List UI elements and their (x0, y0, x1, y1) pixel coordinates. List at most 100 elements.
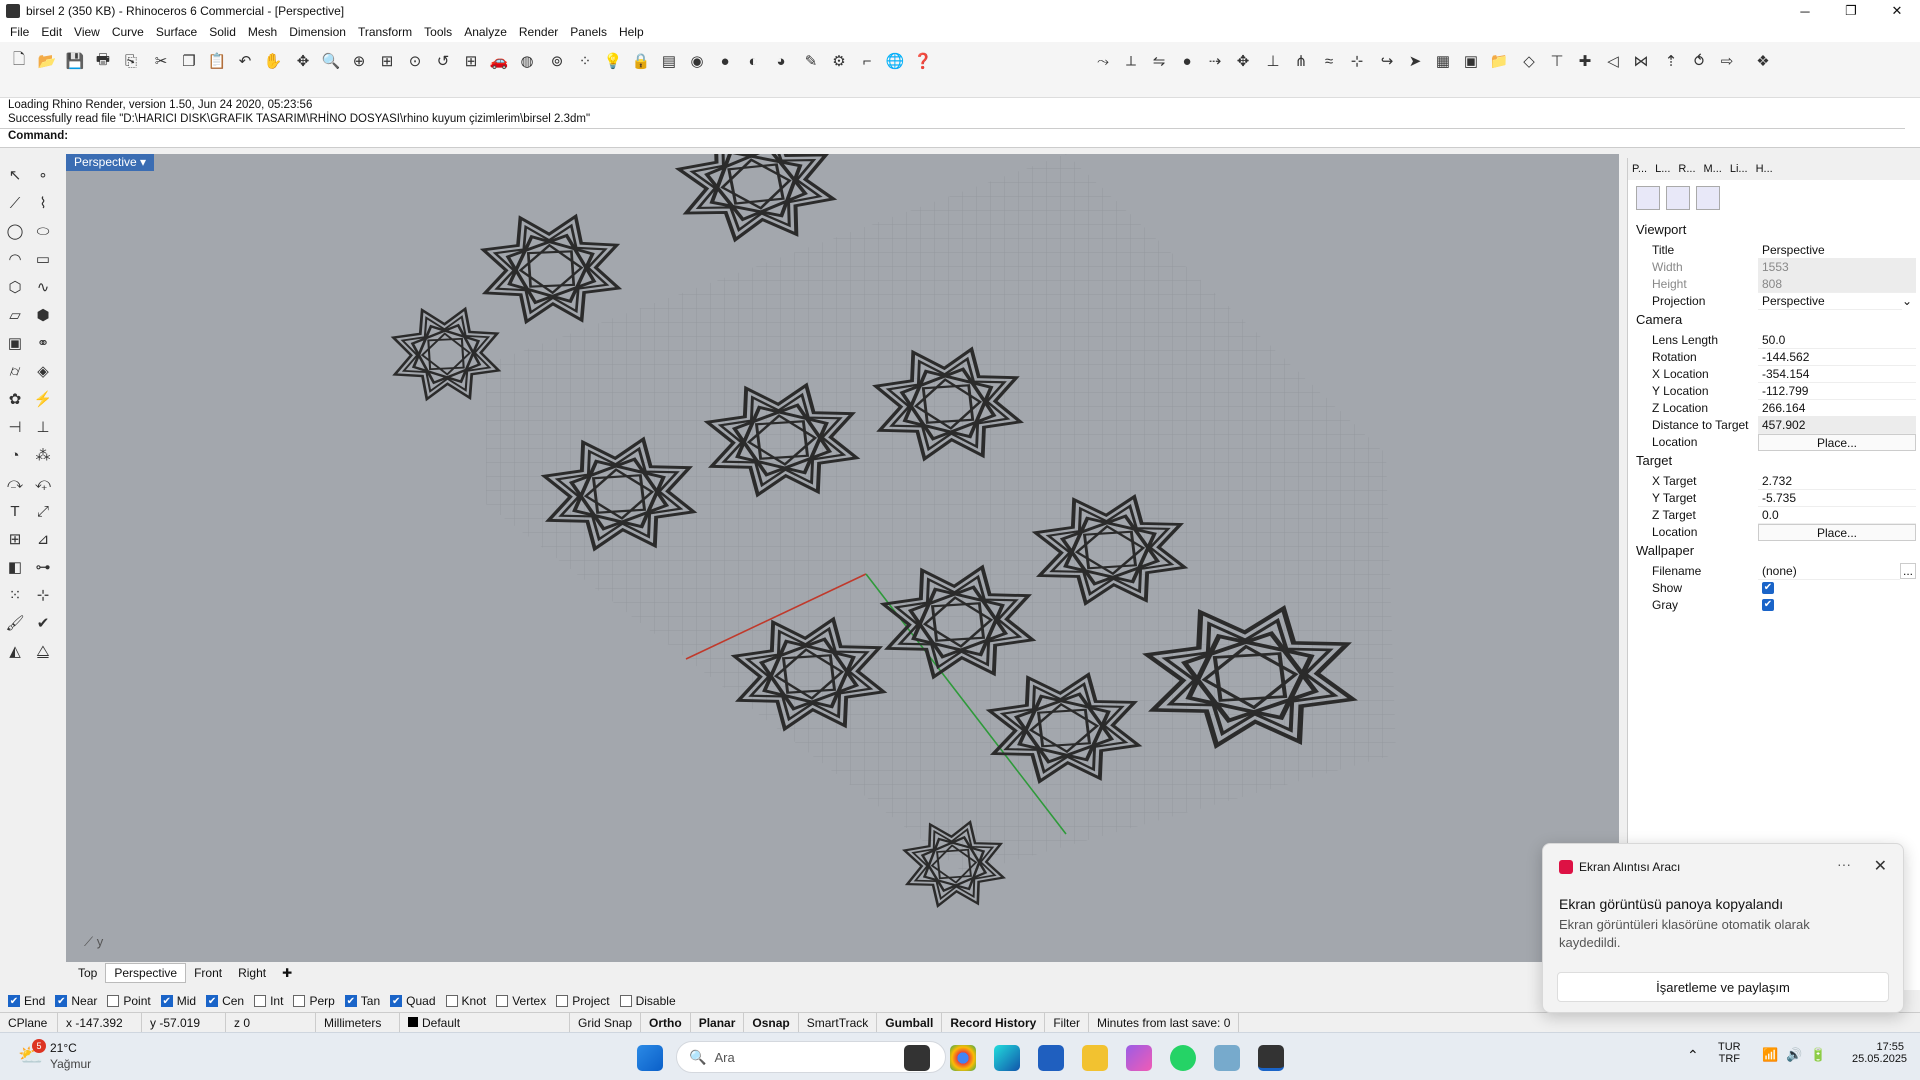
osnap-cen[interactable]: ✔ Cen (206, 994, 244, 1008)
arrow-loop-icon[interactable]: ⥀ (1688, 50, 1710, 72)
gumball-tool-icon[interactable]: ⊹ (32, 584, 54, 606)
color-wheel-icon[interactable]: ◉ (686, 50, 708, 72)
node-icon[interactable]: ● (1176, 50, 1198, 72)
menu-surface[interactable]: Surface (150, 25, 203, 39)
pull-icon[interactable]: ⇡ (1660, 50, 1682, 72)
pencil-icon[interactable]: ✎ (800, 50, 822, 72)
undo-view-icon[interactable]: ↺ (432, 50, 454, 72)
prop-row-x-target[interactable]: X Target 2.732 (1636, 472, 1916, 490)
cone-icon[interactable]: ⧋ (32, 640, 54, 662)
arrow-right-icon[interactable]: ⇨ (1716, 50, 1738, 72)
file-explorer-icon[interactable] (1082, 1045, 1108, 1071)
ruler-icon[interactable]: ⊶ (32, 556, 54, 578)
lock-icon[interactable]: 🔒 (630, 50, 652, 72)
export-icon[interactable]: ⎘ (120, 50, 142, 72)
chevron-up-icon[interactable]: ⌃ (1687, 1047, 1699, 1064)
clock[interactable]: 17:55 25.05.2025 (1852, 1041, 1907, 1065)
array-icon[interactable]: ⊞ (4, 528, 26, 550)
mirror-icon[interactable]: ⇋ (1148, 50, 1170, 72)
osnap-int[interactable]: Int (254, 994, 283, 1008)
osnap-point[interactable]: Point (107, 994, 151, 1008)
show-checkbox[interactable]: ✔ (1762, 582, 1774, 594)
wifi-icon[interactable]: 📶 (1762, 1047, 1778, 1063)
ortho-toggle[interactable]: Ortho (641, 1012, 691, 1033)
more-options-button[interactable]: ··· (1837, 856, 1851, 872)
menu-help[interactable]: Help (613, 25, 650, 39)
task-view-icon[interactable] (904, 1045, 930, 1071)
menu-tools[interactable]: Tools (418, 25, 458, 39)
prop-row-rotation[interactable]: Rotation -144.562 (1636, 348, 1916, 366)
prop-row-projection[interactable]: Projection Perspective ⌄ (1636, 292, 1916, 310)
gear-icon[interactable]: ⚙ (828, 50, 850, 72)
spark-icon[interactable]: ⚡ (32, 388, 54, 410)
current-layer[interactable]: Default (400, 1012, 570, 1033)
tab-materials[interactable]: M... (1700, 163, 1726, 175)
tab-properties[interactable]: P... (1628, 163, 1651, 175)
tab-right[interactable]: Right (230, 964, 274, 982)
record-history-toggle[interactable]: Record History (942, 1012, 1046, 1033)
gray-checkbox[interactable]: ✔ (1762, 599, 1774, 611)
markup-share-button[interactable]: İşaretleme ve paylaşım (1557, 972, 1889, 1002)
zoom-extents-icon[interactable]: ⊞ (376, 50, 398, 72)
spline-icon[interactable]: ∿ (32, 276, 54, 298)
osnap-tan[interactable]: ✔ Tan (344, 994, 380, 1008)
curve-arrow-icon[interactable]: ↪ (1376, 50, 1398, 72)
close-button[interactable]: ✕ (1874, 0, 1920, 22)
new-file-icon[interactable]: 🗋 (8, 50, 30, 72)
osnap-disable[interactable]: Disable (619, 994, 676, 1008)
tab-help[interactable]: H... (1752, 163, 1777, 175)
command-input[interactable]: Command: (0, 128, 1905, 142)
points-icon[interactable]: ⁘ (574, 50, 596, 72)
paste-icon[interactable]: 📋 (206, 50, 228, 72)
units-label[interactable]: Millimeters (316, 1012, 400, 1033)
cplane-label[interactable]: CPlane (0, 1012, 58, 1033)
cross-icon[interactable]: ✚ (1574, 50, 1596, 72)
menu-view[interactable]: View (68, 25, 106, 39)
box-icon[interactable]: ▣ (4, 332, 26, 354)
cylinder-icon[interactable]: ⌭ (4, 360, 26, 382)
tab-layers[interactable]: L... (1651, 163, 1674, 175)
image-icon[interactable]: ▣ (1460, 50, 1482, 72)
menu-panels[interactable]: Panels (564, 25, 613, 39)
settings-icon[interactable] (1696, 186, 1720, 210)
link-icon[interactable]: ⋈ (1630, 50, 1652, 72)
point-icon[interactable]: ∘ (32, 164, 54, 186)
tree-icon[interactable]: ⋔ (1290, 50, 1312, 72)
fillet-icon[interactable]: ◔ (4, 444, 26, 466)
pin-icon[interactable]: ⊤ (1546, 50, 1568, 72)
zoom-selected-icon[interactable]: ⊙ (404, 50, 426, 72)
copy-icon[interactable]: ❐ (178, 50, 200, 72)
rotate-view-icon[interactable]: ✥ (292, 50, 314, 72)
camera-icon[interactable] (1636, 186, 1660, 210)
undo-icon[interactable]: ↶ (234, 50, 256, 72)
planar-toggle[interactable]: Planar (691, 1012, 745, 1033)
tab-top[interactable]: Top (70, 964, 105, 982)
cut-icon[interactable]: ✂ (150, 50, 172, 72)
split-icon[interactable]: ⊥ (1262, 50, 1284, 72)
osnap-target-icon[interactable]: ⊚ (546, 50, 568, 72)
grid-icon[interactable]: ▦ (1432, 50, 1454, 72)
prop-row-filename[interactable]: Filename (none)... (1636, 562, 1916, 580)
four-view-icon[interactable]: ⊞ (460, 50, 482, 72)
split-tool-icon[interactable]: ⊥ (32, 416, 54, 438)
scale-icon[interactable]: ⤢ (32, 500, 54, 522)
chrome-icon[interactable] (950, 1045, 976, 1071)
material-sphere-icon[interactable]: ◕ (770, 50, 792, 72)
copilot-icon[interactable] (1126, 1045, 1152, 1071)
osnap-mid[interactable]: ✔ Mid (160, 994, 196, 1008)
camera-place-button[interactable]: Place... (1758, 433, 1916, 451)
gumball-toggle[interactable]: Gumball (877, 1012, 943, 1033)
render-tool-icon[interactable]: ◭ (4, 640, 26, 662)
prop-row-z-location[interactable]: Z Location 266.164 (1636, 399, 1916, 417)
osnap-end[interactable]: ✔ End (8, 994, 45, 1008)
osnap-knot[interactable]: Knot (445, 994, 486, 1008)
flow-icon[interactable]: ≈ (1318, 50, 1340, 72)
save-icon[interactable]: 💾 (64, 50, 86, 72)
blend-icon[interactable]: ⤽ (32, 472, 54, 494)
osnap-quad[interactable]: ✔ Quad (390, 994, 436, 1008)
mesh-icon[interactable]: ✿ (4, 388, 26, 410)
grid-snap-toggle[interactable]: Grid Snap (570, 1012, 642, 1033)
arc-icon[interactable]: ◠ (4, 248, 26, 270)
volume-icon[interactable]: 🔊 (1786, 1047, 1802, 1063)
frame-icon[interactable]: ◇ (1518, 50, 1540, 72)
